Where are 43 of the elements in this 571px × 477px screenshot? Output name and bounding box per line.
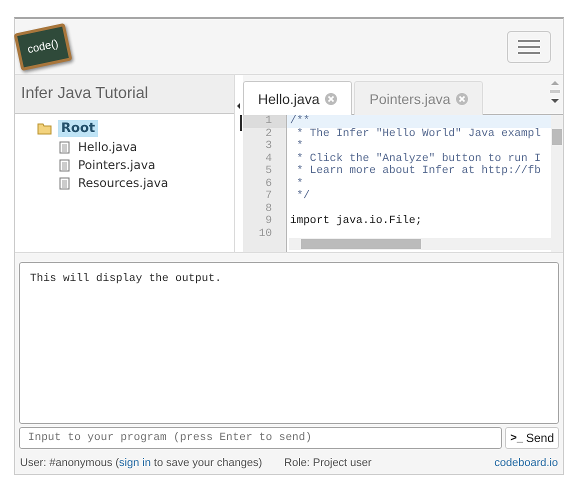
sign-in-link[interactable]: sign in — [119, 457, 151, 469]
file-item[interactable]: Pointers.java — [75, 157, 158, 173]
code-line: * Click the "Analyze" button to run I — [296, 152, 541, 164]
file-item[interactable]: Resources.java — [75, 175, 172, 191]
terminal-icon: >_ — [510, 432, 523, 444]
code-line: * — [296, 178, 304, 190]
code-line: */ — [296, 190, 310, 202]
folder-icon — [37, 122, 53, 135]
file-tab[interactable]: Hello.java — [243, 81, 352, 115]
line-number: 7 — [264, 190, 273, 202]
role-label: Role: Project user — [284, 457, 372, 469]
program-input-field[interactable]: Input to your program (press Enter to send) — [19, 427, 502, 449]
menu-button[interactable] — [507, 30, 551, 62]
code-line: * Learn more about Infer at http://fb — [296, 165, 541, 177]
code-line: * — [296, 140, 304, 152]
code-line: /** — [290, 115, 310, 127]
line-number: 2 — [264, 128, 273, 140]
folder-item[interactable]: Root — [58, 120, 98, 137]
line-number: 1 — [243, 115, 286, 128]
logo[interactable]: code() — [14, 22, 72, 70]
line-number: 5 — [264, 165, 273, 178]
line-number: 8 — [264, 202, 273, 215]
close-icon[interactable] — [325, 92, 338, 104]
line-number: 9 — [264, 215, 273, 228]
vertical-scrollbar[interactable] — [551, 115, 563, 252]
horizontal-scrollbar[interactable] — [289, 238, 551, 250]
file-icon — [59, 158, 70, 172]
project-title: Infer Java Tutorial — [15, 75, 234, 114]
output-text: This will display the output. — [30, 273, 222, 285]
code-line: import java.io.File; — [290, 215, 422, 227]
user-info: User: #anonymous (sign in to save your changes) — [20, 457, 262, 469]
line-number: 4 — [264, 152, 273, 165]
file-item[interactable]: Hello.java — [75, 139, 140, 155]
line-number: 10 — [258, 228, 273, 240]
file-icon — [59, 140, 70, 154]
brand-link[interactable]: codeboard.io — [494, 457, 558, 469]
splitter-handle[interactable] — [240, 115, 242, 131]
file-icon — [59, 176, 70, 190]
close-icon[interactable] — [456, 92, 468, 104]
line-number: 6 — [264, 178, 273, 190]
line-number: 3 — [264, 140, 273, 152]
code-line: * The Infer "Hello World" Java exampl — [296, 128, 541, 140]
send-button[interactable]: >_ Send — [505, 427, 559, 449]
